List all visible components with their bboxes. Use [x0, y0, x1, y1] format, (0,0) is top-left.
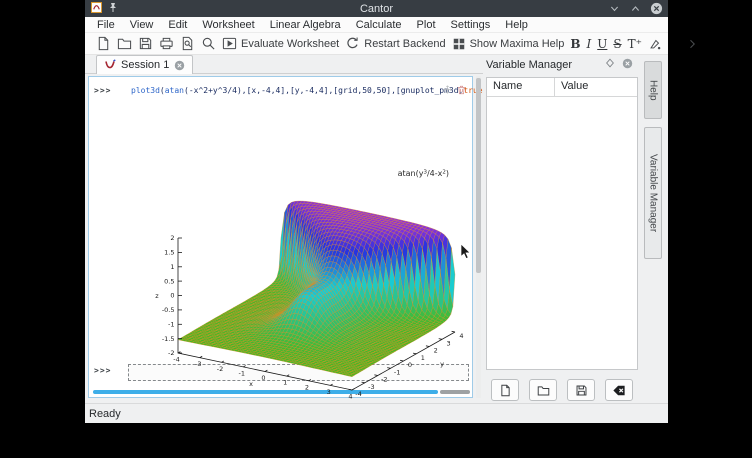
menu-plot[interactable]: Plot	[417, 19, 436, 31]
save-variables-button[interactable]	[567, 379, 595, 401]
strikethrough-button[interactable]: S	[613, 37, 621, 51]
titlebar: Cantor	[85, 0, 668, 17]
clear-variables-button[interactable]	[605, 379, 633, 401]
search-icon[interactable]	[201, 36, 216, 51]
side-tab-help[interactable]: Help	[644, 61, 662, 119]
restart-backend-label: Restart Backend	[364, 38, 445, 50]
minimize-button[interactable]	[607, 1, 622, 16]
new-document-icon[interactable]	[96, 36, 111, 51]
horizontal-scrollbar-track[interactable]	[440, 390, 470, 394]
maximize-button[interactable]	[628, 1, 643, 16]
toolbar: Evaluate Worksheet Restart Backend Show …	[85, 33, 668, 55]
menubar: File View Edit Worksheet Linear Algebra …	[85, 17, 668, 33]
show-maxima-help-button[interactable]: Show Maxima Help	[452, 37, 565, 51]
worksheet-pane: Session 1 >>> plot3d(atan(-x^2+y^3/4),[x…	[85, 55, 483, 403]
column-header-name[interactable]: Name	[487, 78, 555, 96]
drag-handle-icon[interactable]	[443, 85, 452, 94]
cantor-session-icon	[104, 59, 116, 71]
command-prompt: >>>	[94, 86, 111, 95]
evaluate-worksheet-label: Evaluate Worksheet	[241, 38, 339, 50]
side-tab-variable-manager[interactable]: Variable Manager	[644, 127, 662, 259]
print-preview-icon[interactable]	[180, 36, 195, 51]
close-button[interactable]	[649, 1, 664, 16]
print-icon[interactable]	[159, 36, 174, 51]
tab-bar: Session 1	[85, 55, 483, 74]
command-entry-field[interactable]	[128, 364, 469, 381]
menu-linear-algebra[interactable]: Linear Algebra	[270, 19, 341, 31]
menu-calculate[interactable]: Calculate	[356, 19, 402, 31]
superscript-button[interactable]: T⁺	[628, 37, 642, 51]
menu-help[interactable]: Help	[505, 19, 528, 31]
session-tab-label: Session 1	[121, 59, 169, 71]
vertical-scrollbar-thumb[interactable]	[476, 78, 481, 273]
entry-prompt: >>>	[94, 366, 111, 375]
toolbar-overflow-button[interactable]	[686, 38, 698, 50]
menu-worksheet[interactable]: Worksheet	[202, 19, 254, 31]
tab-close-icon[interactable]	[174, 60, 185, 71]
variables-table: Name Value	[486, 77, 638, 370]
restart-backend-button[interactable]: Restart Backend	[345, 36, 445, 51]
variable-manager-panel: Variable Manager Name Value	[483, 55, 641, 403]
tab-session-1[interactable]: Session 1	[96, 55, 193, 74]
menu-edit[interactable]: Edit	[168, 19, 187, 31]
load-variables-button[interactable]	[529, 379, 557, 401]
worksheet-view[interactable]: >>> plot3d(atan(-x^2+y^3/4),[x,-4,4],[y,…	[88, 76, 473, 398]
vertical-scrollbar[interactable]	[476, 76, 481, 398]
italic-button[interactable]: I	[587, 37, 592, 51]
menu-view[interactable]: View	[130, 19, 154, 31]
column-header-value[interactable]: Value	[555, 78, 588, 96]
menu-settings[interactable]: Settings	[451, 19, 491, 31]
evaluate-worksheet-button[interactable]: Evaluate Worksheet	[222, 36, 339, 51]
save-icon[interactable]	[138, 36, 153, 51]
bold-button[interactable]: B	[570, 37, 580, 51]
window-title: Cantor	[85, 3, 668, 15]
text-color-icon[interactable]	[648, 37, 662, 51]
delete-cell-icon[interactable]	[457, 85, 466, 95]
menu-file[interactable]: File	[97, 19, 115, 31]
side-tab-strip: Help Variable Manager	[641, 55, 668, 403]
panel-close-icon[interactable]	[622, 58, 633, 69]
new-variables-button[interactable]	[491, 379, 519, 401]
variable-manager-title: Variable Manager	[486, 59, 572, 71]
main-area: Session 1 >>> plot3d(atan(-x^2+y^3/4),[x…	[85, 55, 668, 403]
status-bar: Ready	[85, 403, 668, 423]
open-folder-icon[interactable]	[117, 36, 132, 51]
status-message: Ready	[89, 408, 121, 420]
horizontal-scrollbar-thumb[interactable]	[93, 390, 438, 394]
underline-button[interactable]: U	[597, 37, 607, 51]
cantor-window: Cantor File View Edit Worksheet Linear A…	[85, 0, 668, 423]
show-maxima-help-label: Show Maxima Help	[470, 38, 565, 50]
float-panel-icon[interactable]	[605, 58, 615, 68]
